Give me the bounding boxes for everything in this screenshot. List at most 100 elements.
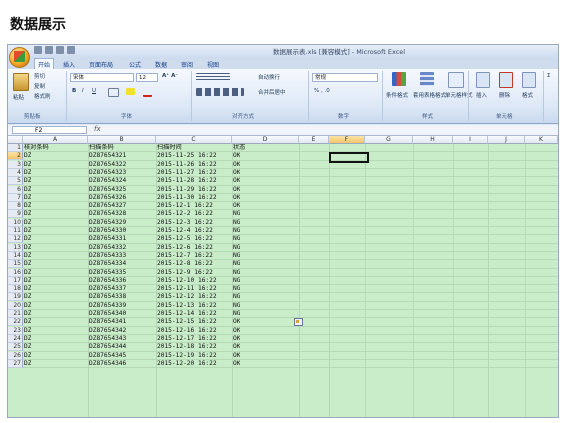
cut-button[interactable]: 剪切 [34,72,45,80]
row-header[interactable]: 5 [8,177,23,186]
fill-color-icon[interactable] [126,88,135,95]
cell-c[interactable]: 2015-12-8 16:22 [157,260,213,268]
cell-a[interactable]: DZ [24,219,31,227]
merge-center-button[interactable]: 合并后居中 [258,88,286,96]
row-header[interactable]: 12 [8,235,23,244]
cell-c[interactable]: 2015-12-4 16:22 [157,227,213,235]
cell-b[interactable]: DZ87654327 [89,202,126,210]
row-header[interactable]: 21 [8,310,23,318]
cell-a[interactable]: DZ [24,244,31,252]
cell-a[interactable]: DZ [24,227,31,235]
row-header[interactable]: 16 [8,268,23,277]
row-header[interactable]: 25 [8,343,23,352]
active-cell[interactable] [329,152,369,163]
copy-button[interactable]: 复制 [34,82,45,90]
bold-button[interactable]: B [72,88,76,94]
row-header[interactable]: 22 [8,318,23,327]
cell-a[interactable]: DZ [24,260,31,268]
cell-c[interactable]: 2015-12-16 16:22 [157,327,217,335]
cell-a[interactable]: DZ [24,202,31,210]
insert-cells-icon[interactable] [476,72,490,88]
row-header[interactable]: 17 [8,276,23,285]
cell-c[interactable]: 2015-12-9 16:22 [157,269,213,277]
cell-d[interactable]: OK [233,194,240,202]
cell-c[interactable]: 2015-11-28 16:22 [157,177,217,185]
format-cells-icon[interactable] [522,72,536,88]
cell-a[interactable]: DZ [24,252,31,260]
column-header[interactable]: G [365,136,413,144]
italic-button[interactable]: I [82,88,84,94]
office-button[interactable] [9,47,30,68]
cell-b[interactable]: DZ87654328 [89,210,126,218]
worksheet-grid[interactable]: A B C D E F G H I J K 1 核对条码 扫描条码 扫描时间 状态 2 DZ DZ87654321 2… [8,136,558,417]
cell-b[interactable]: DZ87654324 [89,177,126,185]
cell-b[interactable]: DZ87654344 [89,343,126,351]
row-header[interactable]: 2 [8,152,23,161]
sum-icon[interactable]: Σ [547,73,550,79]
cell-b[interactable]: DZ87654337 [89,285,126,293]
cell-c[interactable]: 2015-12-10 16:22 [157,277,217,285]
cell-a[interactable]: DZ [24,177,31,185]
align-top-icon[interactable] [196,73,230,81]
cell-b[interactable]: DZ87654341 [89,318,126,326]
column-header[interactable]: J [488,136,525,144]
cell-b[interactable]: DZ87654323 [89,169,126,177]
row-header[interactable]: 9 [8,210,23,219]
border-icon[interactable] [108,88,119,97]
row-header[interactable]: 19 [8,293,23,302]
cell-a[interactable]: DZ [24,293,31,301]
customize-icon[interactable] [67,46,75,54]
cell-b[interactable]: DZ87654336 [89,277,126,285]
cell-d[interactable]: OK [233,327,240,335]
row-header[interactable]: 1 [8,144,23,152]
cell-c[interactable]: 2015-12-14 16:22 [157,310,217,318]
select-all-corner[interactable] [8,136,23,144]
cell-d[interactable]: NG [233,302,240,310]
cell-b[interactable]: DZ87654331 [89,235,126,243]
cell-a[interactable]: DZ [24,269,31,277]
wrap-text-button[interactable]: 自动换行 [258,73,280,81]
row-header[interactable]: 4 [8,168,23,177]
cell-c[interactable]: 2015-12-6 16:22 [157,244,213,252]
cell-c[interactable]: 2015-12-13 16:22 [157,302,217,310]
percent-icon[interactable]: % , .0 [314,88,330,94]
cell-d[interactable]: OK [233,177,240,185]
cell-d[interactable]: 状态 [233,144,245,152]
cell-b[interactable]: DZ87654334 [89,260,126,268]
cell-a[interactable]: DZ [24,169,31,177]
cell-a[interactable]: DZ [24,186,31,194]
undo-icon[interactable] [45,46,53,54]
save-icon[interactable] [34,46,42,54]
cell-a[interactable]: DZ [24,210,31,218]
cell-d[interactable]: OK [233,152,240,160]
underline-button[interactable]: U [92,88,96,94]
row-header[interactable]: 24 [8,334,23,343]
cell-d[interactable]: OK [233,186,240,194]
column-header[interactable]: E [299,136,329,144]
delete-cells-button[interactable]: 删除 [499,91,510,99]
cell-a[interactable]: DZ [24,360,31,368]
column-header[interactable]: C [156,136,232,144]
cell-b[interactable]: DZ87654335 [89,269,126,277]
font-size-select[interactable]: 12 [136,73,158,82]
row-header[interactable]: 18 [8,285,23,294]
cell-c[interactable]: 2015-12-11 16:22 [157,285,217,293]
fx-icon[interactable]: fx [94,125,101,133]
cell-d[interactable]: OK [233,169,240,177]
cell-c[interactable]: 2015-11-25 16:22 [157,152,217,160]
cell-c[interactable]: 2015-12-2 16:22 [157,210,213,218]
cell-d[interactable]: NG [233,227,240,235]
cell-b[interactable]: DZ87654343 [89,335,126,343]
cell-a[interactable]: DZ [24,152,31,160]
cell-c[interactable]: 2015-12-17 16:22 [157,335,217,343]
cell-d[interactable]: NG [233,235,240,243]
font-name-select[interactable]: 宋体 [70,73,134,82]
row-header[interactable]: 13 [8,243,23,252]
row-header[interactable]: 10 [8,218,23,227]
cell-d[interactable]: NG [233,293,240,301]
cell-b[interactable]: DZ87654345 [89,352,126,360]
column-header[interactable]: D [232,136,299,144]
cell-b[interactable]: DZ87654325 [89,186,126,194]
cell-d[interactable]: NG [233,277,240,285]
cell-d[interactable]: OK [233,343,240,351]
